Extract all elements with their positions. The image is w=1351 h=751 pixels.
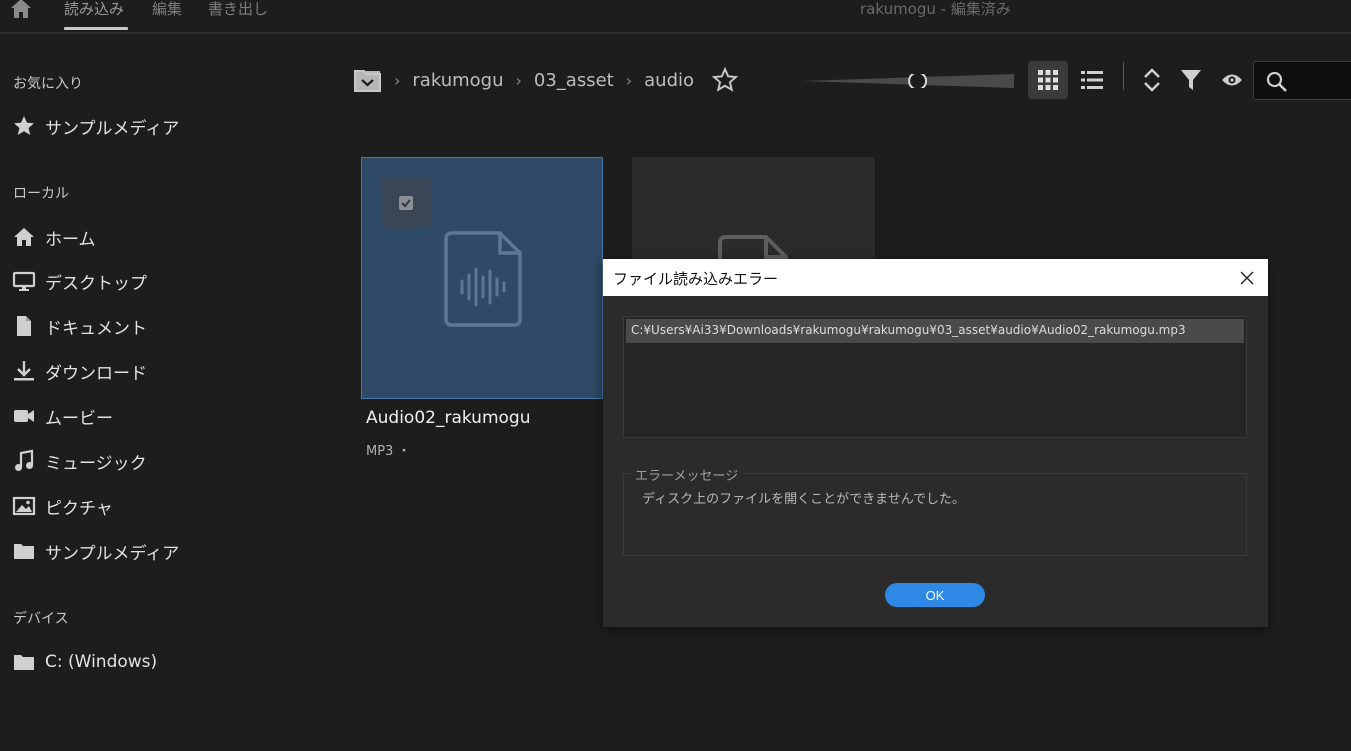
tab-import[interactable]: 読み込み bbox=[64, 0, 124, 19]
sidebar-item-music[interactable]: ミュージック bbox=[12, 446, 147, 476]
picture-icon bbox=[12, 494, 36, 518]
chevron-right-icon: › bbox=[394, 70, 401, 90]
sort-icon bbox=[1144, 68, 1160, 92]
tab-edit[interactable]: 編集 bbox=[152, 0, 182, 19]
sidebar-item-downloads[interactable]: ダウンロード bbox=[12, 356, 147, 386]
devices-header: デバイス bbox=[13, 611, 69, 627]
folder-icon bbox=[12, 539, 36, 563]
error-file-path: C:¥Users¥Ai33¥Downloads¥rakumogu¥rakumog… bbox=[631, 323, 1186, 337]
dialog-title: ファイル読み込みエラー bbox=[613, 270, 779, 288]
active-tab-indicator bbox=[64, 27, 128, 30]
sidebar-item-label: デスクトップ bbox=[45, 273, 147, 294]
sidebar: お気に入り サンプルメディア ローカル ホーム デスクトップ ドキュメント ダウ… bbox=[0, 36, 330, 751]
document-icon bbox=[12, 314, 36, 338]
list-icon bbox=[1081, 70, 1103, 90]
sidebar-item-documents[interactable]: ドキュメント bbox=[12, 311, 147, 341]
file-icon bbox=[716, 229, 796, 259]
file-import-error-dialog: ファイル読み込みエラー C:¥Users¥Ai33¥Downloads¥raku… bbox=[603, 259, 1268, 627]
toolbar-divider bbox=[1123, 62, 1124, 90]
breadcrumb-item[interactable]: 03_asset bbox=[534, 70, 614, 91]
sidebar-item-home[interactable]: ホーム bbox=[12, 222, 96, 252]
file-name[interactable]: Audio02_rakumogu bbox=[366, 408, 530, 428]
sidebar-item-label: ダウンロード bbox=[45, 363, 147, 384]
home-icon bbox=[12, 225, 36, 249]
sidebar-item-label: ムービー bbox=[45, 408, 113, 429]
tab-export[interactable]: 書き出し bbox=[208, 0, 268, 19]
thumbnail-size-slider[interactable] bbox=[802, 71, 1014, 91]
breadcrumb: › rakumogu › 03_asset › audio bbox=[354, 64, 739, 96]
sidebar-item-label: ドキュメント bbox=[45, 318, 147, 339]
sidebar-item-label: ホーム bbox=[45, 229, 96, 250]
music-note-icon bbox=[12, 449, 36, 473]
error-message-label: エラーメッセージ bbox=[631, 465, 743, 484]
filter-button[interactable] bbox=[1171, 61, 1211, 99]
sidebar-item-label: サンプルメディア bbox=[45, 543, 180, 564]
sidebar-item-label: C: (Windows) bbox=[45, 652, 158, 672]
breadcrumb-item[interactable]: audio bbox=[644, 70, 694, 91]
ok-button[interactable]: OK bbox=[885, 583, 985, 607]
error-file-row[interactable]: C:¥Users¥Ai33¥Downloads¥rakumogu¥rakumog… bbox=[626, 319, 1244, 343]
file-thumbnail-selected[interactable] bbox=[361, 157, 603, 399]
sidebar-item-desktop[interactable]: デスクトップ bbox=[12, 266, 147, 296]
file-type: MP3 ・ bbox=[366, 444, 411, 459]
project-title: rakumogu - 編集済み bbox=[860, 0, 1011, 18]
sidebar-item-label: サンプルメディア bbox=[45, 118, 180, 139]
error-message-group: エラーメッセージ ディスク上のファイルを開くことができませんでした。 bbox=[623, 465, 1247, 556]
folder-dropdown-icon[interactable] bbox=[354, 67, 382, 93]
audio-file-icon bbox=[444, 231, 522, 327]
video-camera-icon bbox=[12, 404, 36, 428]
star-icon bbox=[12, 114, 36, 138]
monitor-icon bbox=[12, 269, 36, 293]
sidebar-item-drive-c[interactable]: C: (Windows) bbox=[12, 647, 157, 677]
selection-checkbox[interactable] bbox=[381, 178, 431, 227]
sidebar-item-sample-media-favorite[interactable]: サンプルメディア bbox=[12, 111, 179, 141]
error-file-list[interactable]: C:¥Users¥Ai33¥Downloads¥rakumogu¥rakumog… bbox=[623, 316, 1247, 438]
file-thumbnail[interactable] bbox=[632, 157, 875, 259]
download-icon bbox=[12, 359, 36, 383]
top-bar: 読み込み 編集 書き出し rakumogu - 編集済み bbox=[0, 0, 1351, 34]
breadcrumb-item[interactable]: rakumogu bbox=[412, 70, 503, 91]
sidebar-item-pictures[interactable]: ピクチャ bbox=[12, 491, 113, 521]
star-outline-icon[interactable] bbox=[712, 67, 739, 93]
error-message-text: ディスク上のファイルを開くことができませんでした。 bbox=[642, 492, 966, 507]
sidebar-item-sample-media[interactable]: サンプルメディア bbox=[12, 536, 179, 566]
sidebar-item-movies[interactable]: ムービー bbox=[12, 401, 113, 431]
grid-icon bbox=[1038, 70, 1058, 90]
eye-icon bbox=[1221, 72, 1243, 88]
search-input[interactable] bbox=[1253, 61, 1351, 100]
close-icon[interactable] bbox=[1232, 263, 1262, 293]
dialog-title-bar: ファイル読み込みエラー bbox=[603, 259, 1268, 296]
chevron-right-icon: › bbox=[515, 70, 522, 90]
folder-icon bbox=[12, 650, 36, 674]
sort-button[interactable] bbox=[1132, 61, 1172, 99]
home-icon[interactable] bbox=[8, 0, 34, 20]
sidebar-item-label: ピクチャ bbox=[45, 498, 113, 519]
search-icon bbox=[1266, 71, 1288, 93]
favorites-header: お気に入り bbox=[13, 76, 83, 92]
local-header: ローカル bbox=[13, 186, 69, 202]
slider-knob[interactable] bbox=[908, 71, 928, 91]
preview-button[interactable] bbox=[1212, 61, 1252, 99]
sidebar-item-label: ミュージック bbox=[45, 453, 147, 474]
filter-icon bbox=[1181, 69, 1201, 91]
grid-view-button[interactable] bbox=[1028, 61, 1068, 99]
chevron-right-icon: › bbox=[625, 70, 633, 90]
list-view-button[interactable] bbox=[1072, 61, 1112, 99]
